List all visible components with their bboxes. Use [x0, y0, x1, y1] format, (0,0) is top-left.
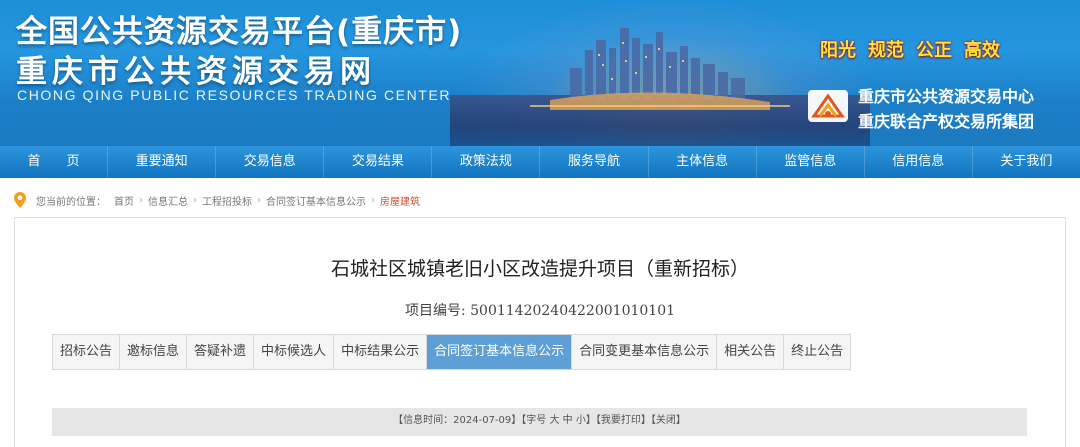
slogan-item: 高效	[964, 40, 1000, 61]
nav-item-home[interactable]: 首 页	[0, 146, 107, 178]
slogan-item: 公正	[916, 40, 952, 61]
nav-item-about[interactable]: 关于我们	[971, 146, 1080, 178]
org-logo-icon	[808, 90, 848, 122]
print-button[interactable]: 【我要打印】	[596, 415, 651, 426]
breadcrumb-link-home[interactable]: 首页	[114, 193, 134, 208]
project-number: 项目编号: 500114202404220010101​01	[0, 300, 1080, 320]
slogan-group: 阳光 规范 公正 高效	[820, 36, 1000, 62]
nav-item-trade-results[interactable]: 交易结果	[323, 146, 431, 178]
info-time-close: 】	[511, 415, 522, 426]
breadcrumb-link-summary[interactable]: 信息汇总	[148, 193, 188, 208]
tab-qa-addendum[interactable]: 答疑补遗	[186, 335, 253, 369]
tab-candidates[interactable]: 中标候选人	[253, 335, 333, 369]
tab-related-notice[interactable]: 相关公告	[716, 335, 783, 369]
breadcrumb-separator: ›	[193, 194, 197, 206]
tab-termination[interactable]: 终止公告	[783, 335, 850, 369]
breadcrumb: 您当前的位置： 首页 › 信息汇总 › 工程招投标 › 合同签订基本信息公示 ›…	[14, 191, 420, 209]
breadcrumb-separator: ›	[139, 194, 143, 206]
site-title: 全国公共资源交易平台(重庆市)	[16, 14, 463, 50]
breadcrumb-separator: ›	[371, 194, 375, 206]
tab-award-result[interactable]: 中标结果公示	[333, 335, 426, 369]
tab-tender-notice[interactable]: 招标公告	[53, 335, 119, 369]
nav-item-services[interactable]: 服务导航	[539, 146, 647, 178]
slogan-item: 阳光	[820, 40, 856, 61]
tab-invitation[interactable]: 邀标信息	[119, 335, 186, 369]
breadcrumb-separator: ›	[257, 194, 261, 206]
breadcrumb-link-bidding[interactable]: 工程招投标	[202, 193, 252, 208]
info-time-label: 【信息时间：	[393, 415, 454, 426]
site-subtitle: 重庆市公共资源交易网	[16, 54, 376, 90]
notice-tabs: 招标公告 邀标信息 答疑补遗 中标候选人 中标结果公示 合同签订基本信息公示 合…	[52, 334, 852, 370]
org-name-secondary: 重庆联合产权交易所集团	[858, 112, 1035, 131]
main-nav: 首 页 重要通知 交易信息 交易结果 政策法规 服务导航 主体信息 监管信息 信…	[0, 146, 1080, 178]
project-number-label: 项目编号:	[404, 303, 466, 319]
project-number-value: 500114202404220010101​01	[470, 303, 676, 319]
breadcrumb-current[interactable]: 房屋建筑	[380, 193, 420, 208]
tab-contract-signing[interactable]: 合同签订基本信息公示	[426, 335, 572, 369]
nav-item-notices[interactable]: 重要通知	[107, 146, 215, 178]
font-small-button[interactable]: 小	[576, 415, 586, 426]
font-size-label: 【字号	[521, 415, 547, 426]
location-pin-icon	[14, 192, 26, 208]
header-banner: 全国公共资源交易平台(重庆市) 重庆市公共资源交易网 CHONG QING PU…	[0, 0, 1080, 146]
org-name-primary: 重庆市公共资源交易中心	[858, 87, 1035, 106]
site-title-english: CHONG QING PUBLIC RESOURCES TRADING CENT…	[17, 87, 452, 103]
font-size-close: 】	[585, 415, 596, 426]
font-large-button[interactable]: 大	[549, 415, 559, 426]
font-medium-button[interactable]: 中	[563, 415, 573, 426]
nav-item-entities[interactable]: 主体信息	[647, 146, 756, 178]
city-skyline-icon	[530, 28, 790, 110]
breadcrumb-prefix: 您当前的位置：	[36, 196, 106, 208]
tab-contract-change[interactable]: 合同变更基本信息公示	[571, 335, 716, 369]
nav-item-supervision[interactable]: 监管信息	[755, 146, 864, 178]
info-bar: 【信息时间：2024-07-09】【字号 大 中 小】【我要打印】【关闭】	[52, 408, 1027, 436]
nav-item-credit[interactable]: 信用信息	[863, 146, 972, 178]
page-title: 石城社区城镇老旧小区改造提升项目（重新招标）	[330, 258, 749, 280]
nav-item-trade-info[interactable]: 交易信息	[215, 146, 323, 178]
close-button[interactable]: 【关闭】	[651, 415, 686, 426]
info-time-value: 2024-07-09	[453, 415, 512, 426]
slogan-item: 规范	[868, 40, 904, 61]
nav-item-policies[interactable]: 政策法规	[431, 146, 539, 178]
breadcrumb-link-contract[interactable]: 合同签订基本信息公示	[266, 193, 366, 208]
